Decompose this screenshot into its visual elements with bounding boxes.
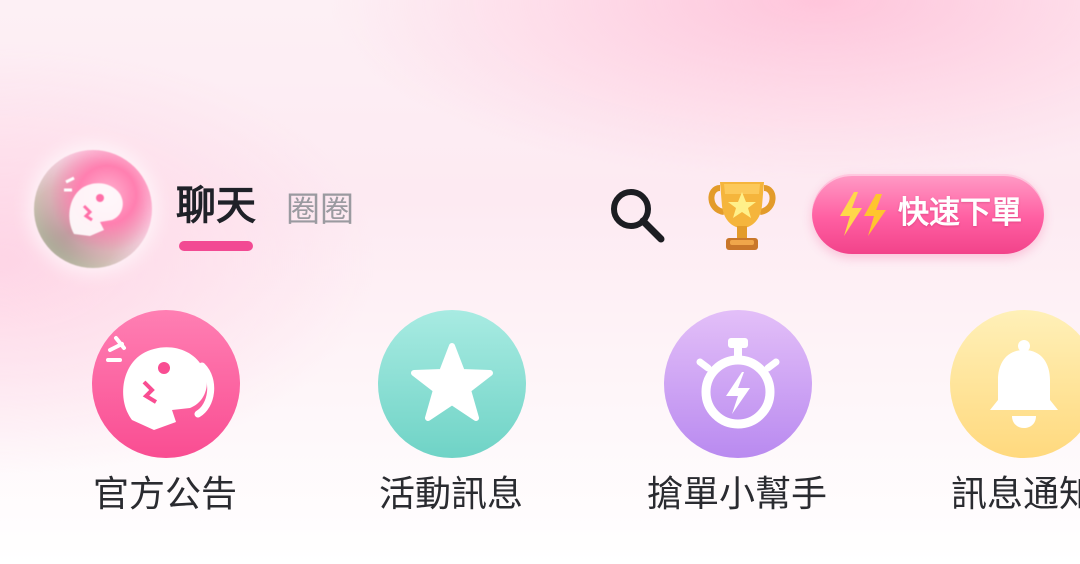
shortcut-icon-circle xyxy=(92,310,240,458)
quick-order-button[interactable]: 快速下單 xyxy=(812,174,1044,254)
tab-circles[interactable]: 圈圈 xyxy=(286,184,354,236)
shortcut-message-notifications[interactable]: 訊息通知 xyxy=(908,310,1080,520)
shortcut-event-news[interactable]: 活動訊息 xyxy=(336,310,566,520)
shortcut-order-helper[interactable]: 搶單小幫手 xyxy=(622,310,852,520)
shortcut-icon-circle xyxy=(950,310,1080,458)
shortcut-label: 訊息通知 xyxy=(950,474,1080,515)
bell-icon xyxy=(990,340,1058,428)
shortcut-label: 官方公告 xyxy=(92,474,237,515)
shortcut-official-announcements[interactable]: 官方公告 xyxy=(50,310,280,520)
tab-chat[interactable]: 聊天 xyxy=(176,180,256,232)
dinosaur-mascot-icon xyxy=(64,176,123,236)
lightning-icon xyxy=(840,192,886,236)
shortcut-label: 搶單小幫手 xyxy=(646,474,827,515)
stopwatch-bolt-icon xyxy=(696,338,780,429)
shortcut-icon-circle xyxy=(378,310,526,458)
dinosaur-mascot-icon xyxy=(106,336,215,430)
trophy-icon[interactable] xyxy=(706,176,778,256)
active-tab-indicator xyxy=(179,241,253,251)
search-icon[interactable] xyxy=(606,184,668,246)
star-icon xyxy=(411,343,493,421)
shortcut-icon-circle xyxy=(664,310,812,458)
shortcut-label: 活動訊息 xyxy=(378,474,523,515)
quick-order-label: 快速下單 xyxy=(898,195,1022,231)
mascot-avatar[interactable] xyxy=(34,150,152,268)
